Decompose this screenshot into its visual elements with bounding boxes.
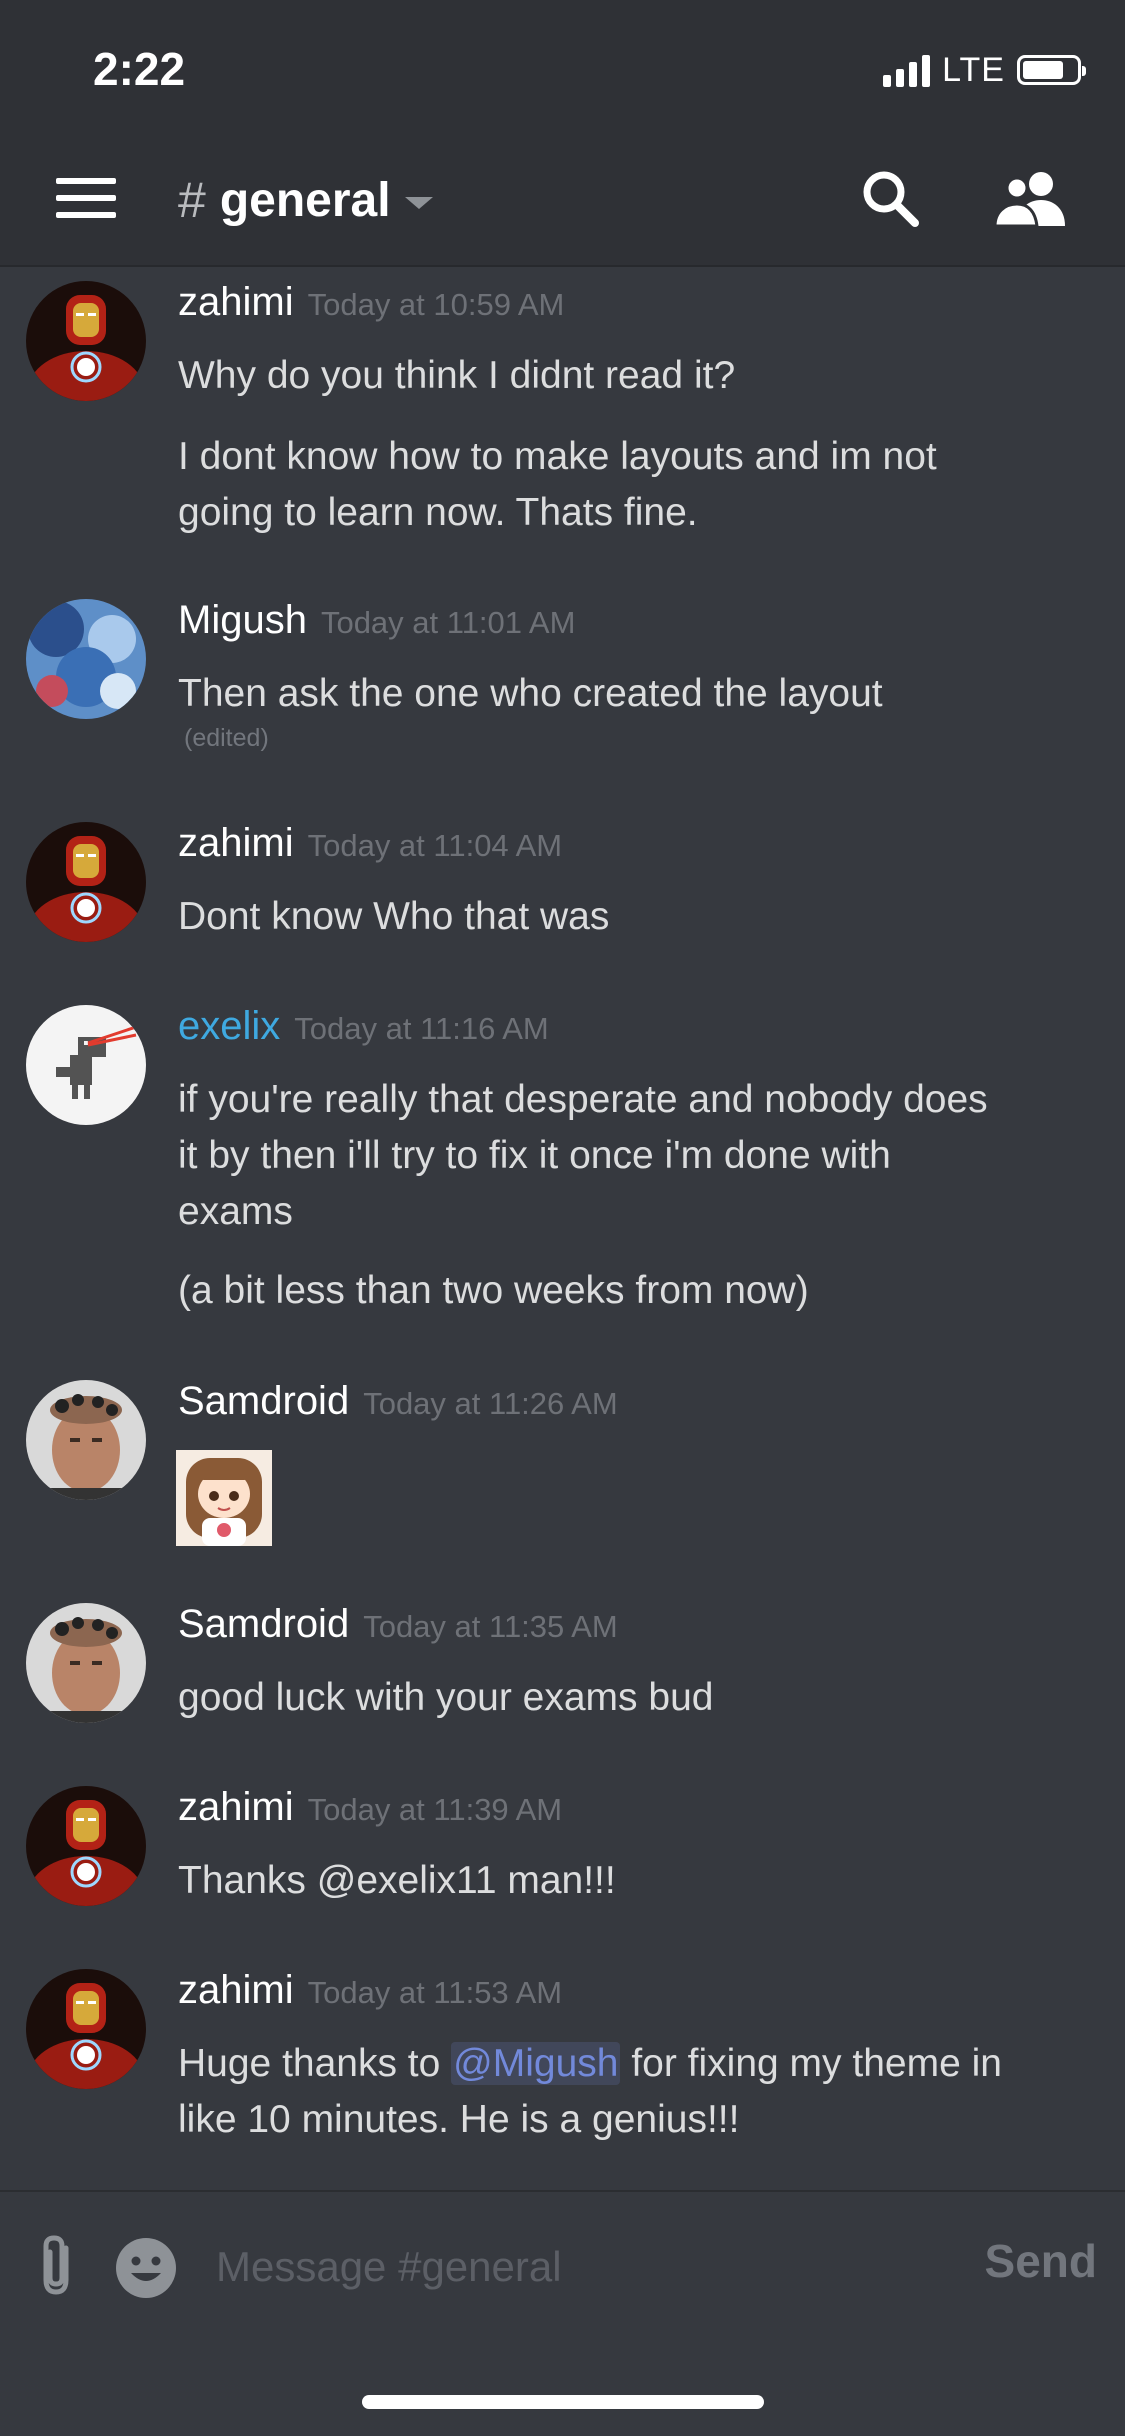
username[interactable]: zahimi bbox=[178, 821, 294, 866]
message-text: going to learn now. Thats fine. bbox=[178, 491, 698, 534]
message-text-segment: for fixing my theme in bbox=[620, 2042, 1002, 2085]
avatar[interactable] bbox=[26, 822, 146, 942]
message-text-segment: Huge thanks to bbox=[178, 2042, 452, 2085]
message-text: good luck with your exams bud bbox=[178, 1676, 714, 1719]
message-text: Then ask the one who created the layout bbox=[178, 672, 883, 715]
timestamp: Today at 11:53 AM bbox=[307, 1975, 563, 2010]
message-input[interactable] bbox=[214, 2228, 958, 2306]
timestamp: Today at 11:35 AM bbox=[363, 1609, 618, 1644]
search-icon[interactable] bbox=[860, 168, 920, 228]
avatar[interactable] bbox=[26, 1603, 146, 1723]
network-label: LTE bbox=[942, 50, 1005, 89]
avatar[interactable] bbox=[26, 1380, 146, 1500]
message-header: Samdroid Today at 11:26 AM bbox=[178, 1379, 618, 1424]
hamburger-menu-icon[interactable] bbox=[56, 178, 116, 218]
battery-icon bbox=[1017, 55, 1086, 85]
message-header: zahimi Today at 11:04 AM bbox=[178, 821, 562, 866]
message-text: (a bit less than two weeks from now) bbox=[178, 1269, 809, 1312]
timestamp: Today at 11:16 AM bbox=[294, 1011, 549, 1046]
message-header: zahimi Today at 10:59 AM bbox=[178, 280, 564, 325]
message-composer: Send bbox=[0, 2190, 1125, 2332]
message-text: like 10 minutes. He is a genius!!! bbox=[178, 2098, 740, 2141]
channel-title[interactable]: # general bbox=[178, 168, 433, 232]
edited-label: (edited) bbox=[184, 724, 269, 752]
status-icons: LTE bbox=[883, 50, 1086, 90]
message-text: Huge thanks to @Migush for fixing my the… bbox=[178, 2036, 1078, 2092]
paperclip-icon[interactable] bbox=[32, 2234, 84, 2298]
channel-name: general bbox=[219, 173, 391, 227]
channel-hash-icon: # bbox=[178, 172, 206, 228]
message-header: zahimi Today at 11:39 AM bbox=[178, 1785, 562, 1830]
user-mention[interactable]: @Migush bbox=[451, 2042, 621, 2085]
message-header: exelix Today at 11:16 AM bbox=[178, 1004, 549, 1049]
message-text: Thanks @exelix11 man!!! bbox=[178, 1859, 616, 1902]
message-text: exams bbox=[178, 1190, 293, 1233]
message-text: it by then i'll try to fix it once i'm d… bbox=[178, 1134, 891, 1177]
message-header: zahimi Today at 11:53 AM bbox=[178, 1968, 562, 2013]
avatar[interactable] bbox=[26, 1786, 146, 1906]
emoji-icon[interactable] bbox=[115, 2237, 177, 2299]
timestamp: Today at 11:01 AM bbox=[320, 605, 576, 640]
username[interactable]: zahimi bbox=[178, 1785, 294, 1830]
members-icon[interactable] bbox=[995, 170, 1067, 226]
timestamp: Today at 11:26 AM bbox=[363, 1386, 618, 1421]
top-bar: 2:22 LTE # general bbox=[0, 0, 1125, 267]
signal-icon bbox=[883, 53, 931, 87]
message-text: if you're really that desperate and nobo… bbox=[178, 1078, 988, 1121]
message-text: Dont know Who that was bbox=[178, 895, 610, 938]
message-list[interactable]: zahimi Today at 10:59 AM Why do you thin… bbox=[0, 266, 1125, 2191]
username[interactable]: Samdroid bbox=[178, 1602, 349, 1647]
timestamp: Today at 10:59 AM bbox=[307, 287, 565, 322]
avatar[interactable] bbox=[26, 599, 146, 719]
username[interactable]: zahimi bbox=[178, 1968, 294, 2013]
message-header: Migush Today at 11:01 AM bbox=[178, 598, 575, 643]
message-header: Samdroid Today at 11:35 AM bbox=[178, 1602, 618, 1647]
avatar[interactable] bbox=[26, 1005, 146, 1125]
chevron-down-icon bbox=[404, 197, 433, 209]
home-indicator[interactable] bbox=[362, 2395, 764, 2409]
anime-girl-sticker[interactable] bbox=[176, 1450, 272, 1546]
username[interactable]: exelix bbox=[178, 1004, 280, 1049]
send-button[interactable]: Send bbox=[985, 2234, 1097, 2288]
username[interactable]: Samdroid bbox=[178, 1379, 349, 1424]
avatar[interactable] bbox=[26, 1969, 146, 2089]
username[interactable]: zahimi bbox=[178, 280, 294, 325]
username[interactable]: Migush bbox=[178, 598, 307, 643]
timestamp: Today at 11:39 AM bbox=[307, 1792, 563, 1827]
status-time: 2:22 bbox=[93, 43, 186, 95]
timestamp: Today at 11:04 AM bbox=[307, 828, 563, 863]
avatar[interactable] bbox=[26, 281, 146, 401]
message-text: Why do you think I didnt read it? bbox=[178, 354, 736, 397]
message-text: I dont know how to make layouts and im n… bbox=[178, 435, 937, 478]
